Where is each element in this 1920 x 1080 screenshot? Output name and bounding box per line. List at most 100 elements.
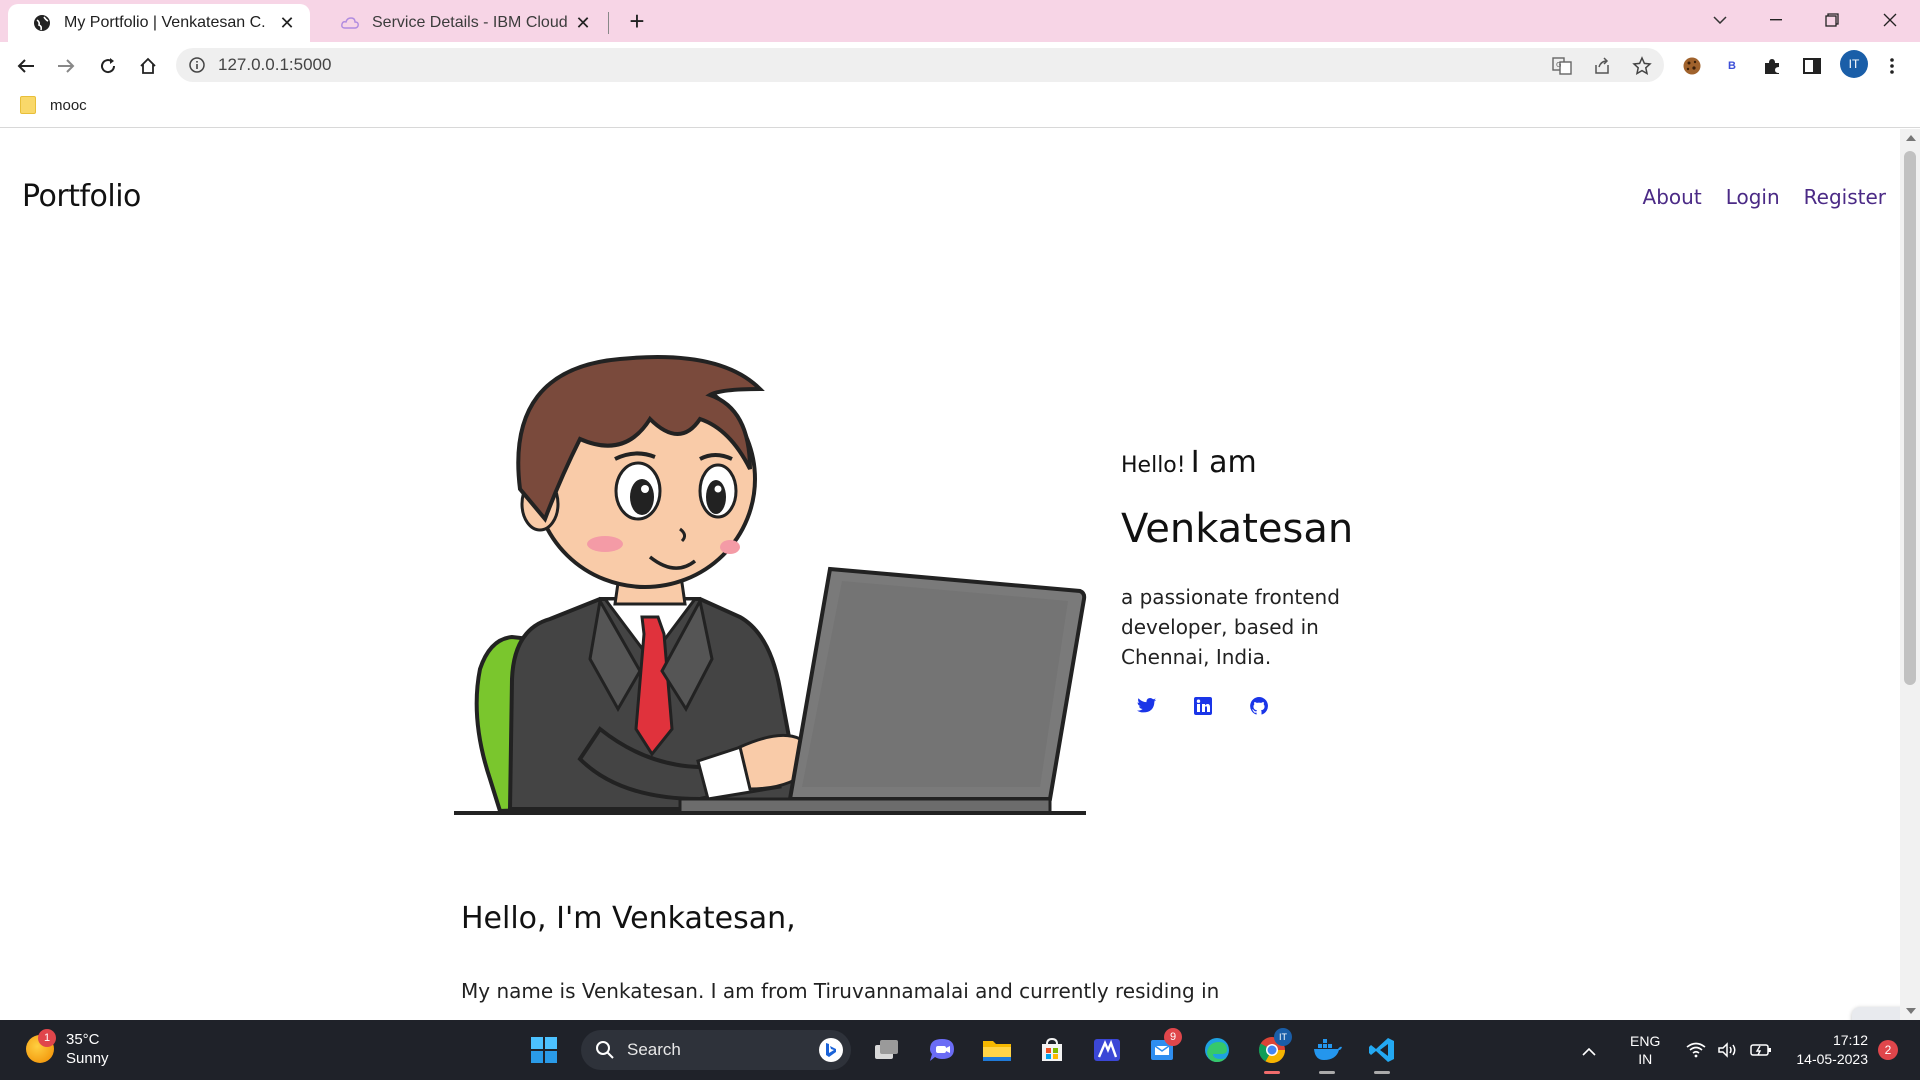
folder-icon — [20, 96, 36, 114]
edge-browser-icon[interactable] — [1193, 1026, 1241, 1074]
share-icon[interactable] — [1590, 54, 1614, 78]
battery-icon — [1750, 1044, 1772, 1056]
minimize-icon[interactable] — [1756, 0, 1796, 40]
browser-tab-bar: My Portfolio | Venkatesan C. ✕ Service D… — [0, 0, 1920, 42]
page-scrollbar[interactable] — [1900, 129, 1920, 1020]
scroll-down-arrow-icon[interactable] — [1906, 1008, 1916, 1014]
social-links — [1121, 694, 1421, 718]
github-icon[interactable] — [1247, 694, 1271, 718]
new-tab-button[interactable]: + — [622, 6, 652, 36]
language-line1: ENG — [1630, 1033, 1661, 1049]
weather-widget[interactable]: 1 35°C Sunny — [26, 1029, 109, 1068]
reload-icon[interactable] — [92, 50, 124, 82]
extensions-puzzle-icon[interactable] — [1756, 50, 1788, 82]
about-heading: Hello, I'm Venkatesan, — [461, 901, 796, 936]
profile-avatar[interactable]: IT — [1840, 50, 1868, 78]
hero-name: Venkatesan — [1121, 506, 1354, 552]
sun-icon: 1 — [26, 1029, 56, 1063]
floating-action-button[interactable] — [1852, 1007, 1900, 1020]
site-info-icon[interactable] — [188, 56, 206, 74]
nav-register-link[interactable]: Register — [1804, 185, 1886, 209]
wifi-icon — [1686, 1042, 1706, 1058]
system-tray: ENG IN 17:12 14-05-2023 2 — [1574, 1020, 1920, 1080]
twitter-icon[interactable] — [1135, 694, 1159, 718]
volume-icon — [1718, 1042, 1736, 1058]
linkedin-icon[interactable] — [1191, 694, 1215, 718]
about-paragraph: My name is Venkatesan. I am from Tiruvan… — [461, 979, 1220, 1003]
windows-start-icon[interactable] — [520, 1026, 568, 1074]
search-icon — [596, 1041, 614, 1059]
cloud-icon — [340, 13, 360, 33]
hero-description: a passionate frontend developer, based i… — [1121, 585, 1340, 669]
clock-date: 14-05-2023 — [1796, 1051, 1868, 1067]
taskbar-apps: Search 9 IT — [520, 1026, 1413, 1074]
browser-toolbar: 127.0.0.1:5000 G B IT — [0, 42, 1920, 88]
vscode-icon[interactable] — [1358, 1026, 1406, 1074]
chat-icon[interactable] — [918, 1026, 966, 1074]
hero-greeting: Hello! I am — [1121, 445, 1421, 480]
developer-illustration — [454, 355, 1087, 815]
nav-login-link[interactable]: Login — [1726, 185, 1780, 209]
windows-taskbar: 1 35°C Sunny Search 9 IT ENG IN 17:12 14… — [0, 1020, 1920, 1080]
tab-separator — [608, 12, 609, 34]
translate-icon[interactable]: G — [1550, 54, 1574, 78]
system-icons[interactable] — [1686, 1042, 1772, 1058]
chrome-profile-badge: IT — [1274, 1028, 1292, 1046]
language-indicator[interactable]: ENG IN — [1630, 1032, 1660, 1068]
url-text: 127.0.0.1:5000 — [218, 55, 332, 74]
docker-icon[interactable] — [1303, 1026, 1351, 1074]
address-bar[interactable]: 127.0.0.1:5000 G — [176, 48, 1664, 82]
bookmark-star-icon[interactable] — [1630, 54, 1654, 78]
notification-badge[interactable]: 2 — [1878, 1040, 1898, 1060]
close-tab-icon[interactable]: ✕ — [572, 12, 594, 34]
bookmark-label: mooc — [50, 96, 87, 114]
language-line2: IN — [1638, 1051, 1653, 1067]
main-nav: About Login Register — [1643, 185, 1886, 209]
side-panel-icon[interactable] — [1796, 50, 1828, 82]
close-window-icon[interactable] — [1870, 0, 1910, 40]
clock-time: 17:12 — [1832, 1032, 1868, 1048]
weather-badge: 1 — [38, 1029, 56, 1047]
close-tab-icon[interactable]: ✕ — [276, 12, 298, 34]
cookie-extension-icon[interactable] — [1676, 50, 1708, 82]
taskbar-search[interactable]: Search — [581, 1030, 851, 1070]
tab-title: Service Details - IBM Cloud — [372, 14, 568, 31]
search-label: Search — [627, 1040, 681, 1059]
running-indicator — [1264, 1071, 1280, 1074]
tab-search-chevron-icon[interactable] — [1700, 0, 1740, 40]
weather-temp: 35°C — [66, 1031, 100, 1048]
globe-icon — [32, 13, 52, 33]
scroll-up-arrow-icon[interactable] — [1906, 135, 1916, 141]
svg-text:G: G — [1556, 61, 1561, 69]
page-viewport: Portfolio About Login Register Hello! I … — [0, 129, 1900, 1020]
tab-ibm-cloud[interactable]: Service Details - IBM Cloud ✕ — [316, 4, 606, 42]
back-arrow-icon[interactable] — [10, 50, 42, 82]
home-icon[interactable] — [132, 50, 164, 82]
vector-app-icon[interactable] — [1083, 1026, 1131, 1074]
restore-icon[interactable] — [1812, 0, 1852, 40]
bing-icon[interactable] — [819, 1038, 843, 1062]
mail-app-icon[interactable]: 9 — [1138, 1026, 1186, 1074]
mail-badge: 9 — [1164, 1028, 1182, 1046]
microsoft-store-icon[interactable] — [1028, 1026, 1076, 1074]
scroll-thumb[interactable] — [1904, 151, 1916, 685]
system-clock[interactable]: 17:12 14-05-2023 — [1796, 1031, 1868, 1069]
greeting-small: Hello! — [1121, 453, 1186, 478]
running-indicator — [1374, 1071, 1390, 1074]
file-explorer-icon[interactable] — [973, 1026, 1021, 1074]
extension-b-icon[interactable]: B — [1716, 50, 1748, 82]
nav-about-link[interactable]: About — [1643, 185, 1702, 209]
weather-condition: Sunny — [66, 1050, 109, 1067]
show-hidden-icons-chevron-icon[interactable] — [1574, 1041, 1604, 1060]
site-brand[interactable]: Portfolio — [22, 179, 141, 214]
tab-my-portfolio[interactable]: My Portfolio | Venkatesan C. ✕ — [8, 4, 310, 42]
bookmark-folder-mooc[interactable]: mooc — [20, 96, 87, 114]
tab-title: My Portfolio | Venkatesan C. — [64, 14, 266, 31]
forward-arrow-icon[interactable] — [50, 50, 82, 82]
greeting-big: I am — [1190, 445, 1257, 480]
chrome-icon[interactable]: IT — [1248, 1026, 1296, 1074]
bookmarks-bar: mooc — [0, 88, 1920, 128]
task-view-icon[interactable] — [863, 1026, 911, 1074]
menu-dots-icon[interactable] — [1876, 50, 1908, 82]
hero-intro: Hello! I am Venkatesan a passionate fron… — [1121, 445, 1421, 718]
